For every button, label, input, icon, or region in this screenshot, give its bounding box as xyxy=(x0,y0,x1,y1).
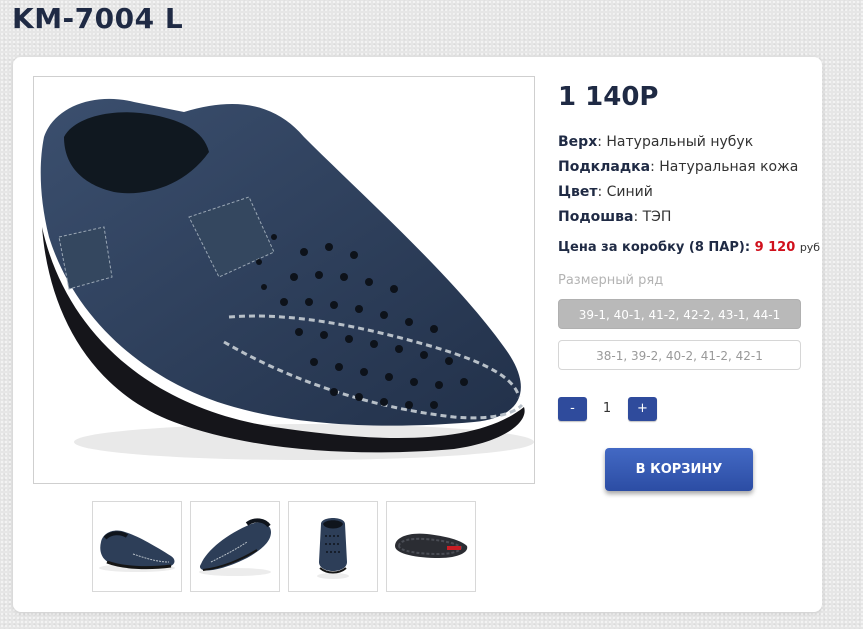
shoe-front-view-icon xyxy=(317,518,349,579)
box-price: Цена за коробку (8 ПАР): 9 120 руб xyxy=(558,240,820,255)
size-option-1[interactable]: 39-1, 40-1, 41-2, 42-2, 43-1, 44-1 xyxy=(558,299,801,329)
attr-upper-label: Верх xyxy=(558,134,598,150)
quantity-input[interactable] xyxy=(594,397,620,421)
attr-upper: Верх: Натуральный нубук xyxy=(558,134,754,150)
thumbnail-4[interactable] xyxy=(386,501,476,592)
attr-color-value: Синий xyxy=(606,184,653,200)
attr-lining-value: Натуральная кожа xyxy=(659,159,799,175)
shoe-photo-icon xyxy=(40,98,534,460)
main-product-photo[interactable] xyxy=(33,76,535,484)
shoe-angle-view-icon xyxy=(199,518,271,576)
product-card: 1 140Р Верх: Натуральный нубук Подкладка… xyxy=(13,57,822,612)
thumbnail-3[interactable] xyxy=(288,501,378,592)
attr-sole: Подошва: ТЭП xyxy=(558,209,672,225)
attr-color: Цвет: Синий xyxy=(558,184,653,200)
attr-lining: Подкладка: Натуральная кожа xyxy=(558,159,799,175)
attr-sole-label: Подошва xyxy=(558,209,634,225)
size-option-2[interactable]: 38-1, 39-2, 40-2, 41-2, 42-1 xyxy=(558,340,801,370)
attr-color-label: Цвет xyxy=(558,184,598,200)
box-price-label: Цена за коробку (8 ПАР): xyxy=(558,240,751,255)
shoe-sole-view-icon xyxy=(395,533,468,558)
quantity-plus-button[interactable]: + xyxy=(628,397,657,421)
thumbnail-1[interactable] xyxy=(92,501,182,592)
shoe-side-view-icon xyxy=(99,530,175,572)
thumbnail-2[interactable] xyxy=(190,501,280,592)
box-price-value: 9 120 xyxy=(754,240,796,255)
size-range-title: Размерный ряд xyxy=(558,273,664,288)
add-to-cart-button[interactable]: В КОРЗИНУ xyxy=(605,448,753,491)
attr-sole-value: ТЭП xyxy=(642,209,672,225)
box-price-currency: руб xyxy=(799,241,821,254)
attr-upper-value: Натуральный нубук xyxy=(606,134,754,150)
product-price: 1 140Р xyxy=(558,82,659,112)
quantity-minus-button[interactable]: - xyxy=(558,397,587,421)
product-title: KM-7004 L xyxy=(12,2,184,35)
attr-lining-label: Подкладка xyxy=(558,159,651,175)
